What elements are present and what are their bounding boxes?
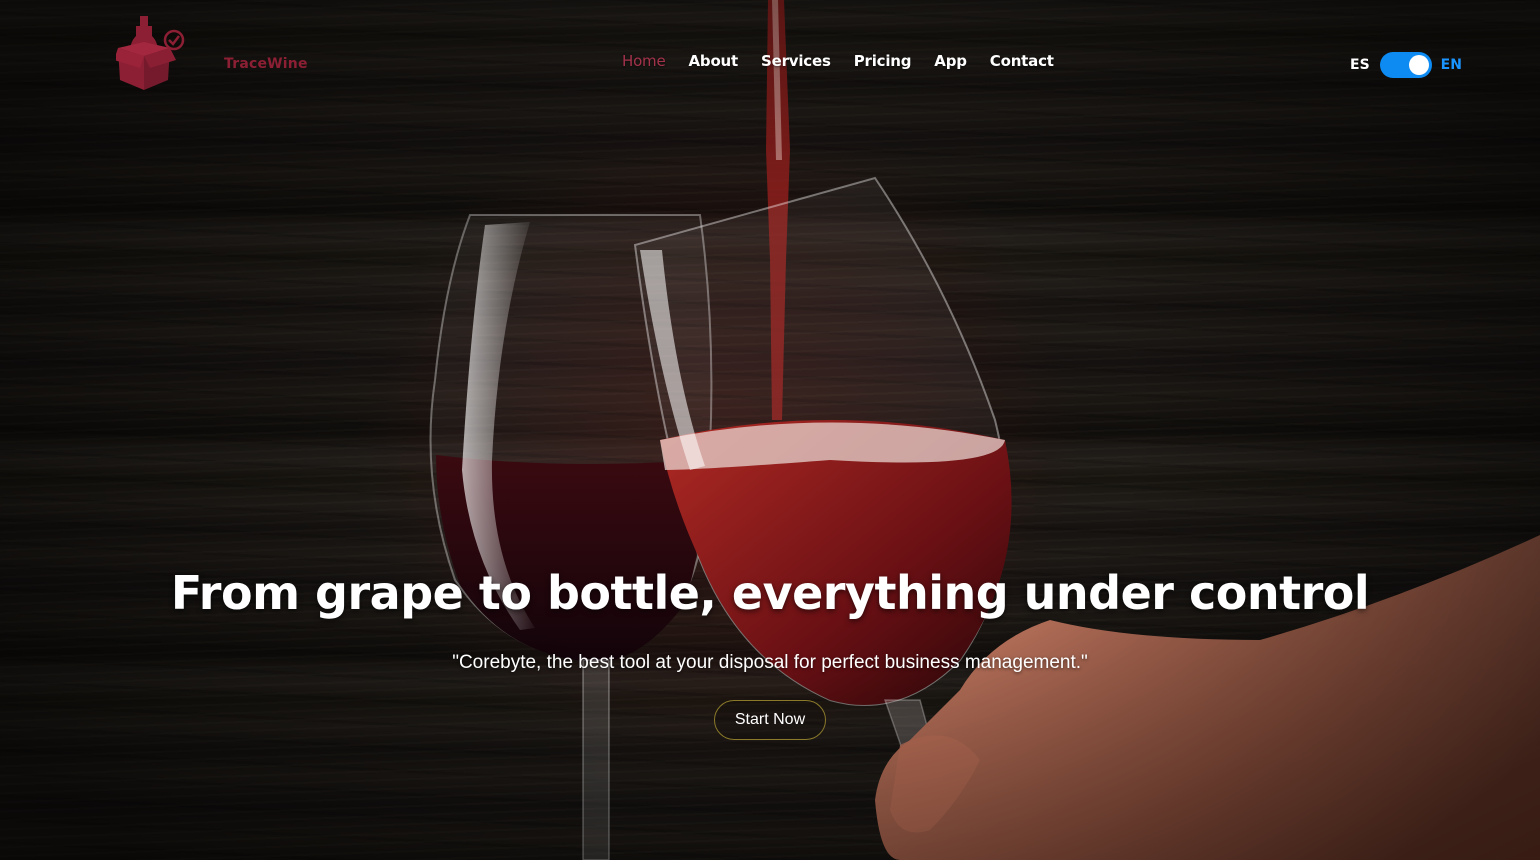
brand-name[interactable]: TraceWine [224, 56, 308, 72]
lang-en-label[interactable]: EN [1441, 57, 1462, 73]
lang-es-label[interactable]: ES [1350, 57, 1370, 73]
start-now-button[interactable]: Start Now [714, 700, 826, 740]
nav-pricing[interactable]: Pricing [854, 52, 912, 70]
nav-contact[interactable]: Contact [990, 52, 1054, 70]
hero-section: TraceWine Home About Services Pricing Ap… [0, 0, 1540, 860]
main-nav: Home About Services Pricing App Contact [622, 52, 1077, 70]
nav-services[interactable]: Services [761, 52, 831, 70]
nav-app[interactable]: App [934, 52, 967, 70]
language-toggle[interactable] [1379, 52, 1432, 78]
nav-about[interactable]: About [689, 52, 739, 70]
wine-box-check-icon[interactable] [116, 16, 188, 94]
hero-tagline: "Corebyte, the best tool at your disposa… [452, 652, 1088, 673]
nav-home[interactable]: Home [622, 52, 666, 70]
hero-headline: From grape to bottle, everything under c… [170, 566, 1370, 620]
toggle-knob [1408, 55, 1429, 75]
language-switch: ES EN [1350, 52, 1462, 78]
